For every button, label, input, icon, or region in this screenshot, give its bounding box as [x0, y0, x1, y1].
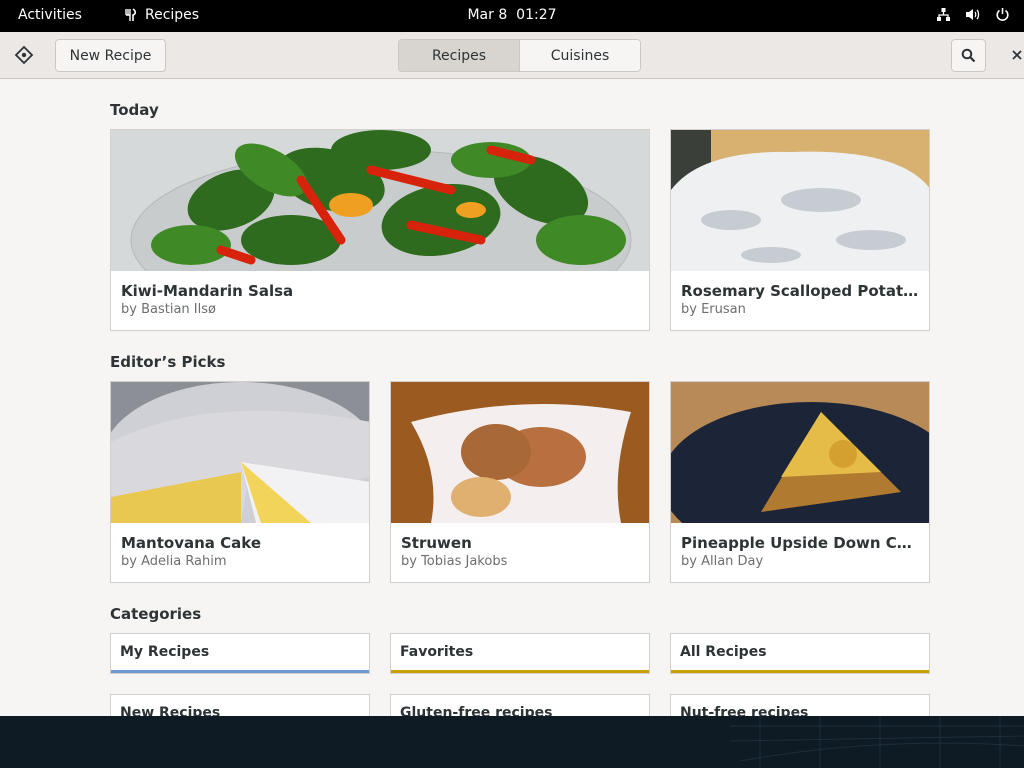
top-bar: Activities Recipes Mar 8 01:27	[0, 0, 1024, 32]
category-accent-bar	[111, 670, 369, 673]
recipe-author: by Adelia Rahim	[121, 554, 227, 569]
clock[interactable]: Mar 8 01:27	[0, 7, 1024, 23]
category-label: Favorites	[400, 644, 474, 660]
recipe-author: by Erusan	[681, 302, 746, 317]
recipe-image	[671, 130, 929, 271]
category-new-recipes[interactable]: New Recipes	[110, 694, 370, 716]
search-button[interactable]	[951, 39, 986, 72]
main-content[interactable]: Today Kiwi-Mandarin Salsa by Bastian Ils…	[0, 79, 1024, 716]
recipe-image	[111, 130, 649, 271]
recipe-title: Pineapple Upside Down Cake …	[681, 534, 919, 552]
search-icon	[961, 48, 976, 63]
recipe-author: by Tobias Jakobs	[401, 554, 508, 569]
recipe-card[interactable]: Rosemary Scalloped Potatoes by Erusan	[670, 129, 930, 331]
recipe-card[interactable]: Mantovana Cake by Adelia Rahim	[110, 381, 370, 583]
category-label: Gluten-free recipes	[400, 705, 553, 716]
category-label: Nut-free recipes	[680, 705, 809, 716]
category-nut-free[interactable]: Nut-free recipes	[670, 694, 930, 716]
volume-icon	[966, 9, 980, 20]
new-recipe-button[interactable]: New Recipe	[55, 39, 166, 72]
recipe-image	[391, 382, 649, 523]
power-icon	[996, 8, 1009, 21]
desktop-background	[0, 716, 1024, 768]
clock-date: Mar 8	[467, 7, 508, 23]
close-icon[interactable]	[1008, 47, 1024, 63]
category-label: New Recipes	[120, 705, 221, 716]
recipe-image	[671, 382, 929, 523]
recipe-title: Mantovana Cake	[121, 534, 262, 552]
category-label: My Recipes	[120, 644, 210, 660]
section-title-categories: Categories	[110, 605, 202, 623]
tab-cuisines[interactable]: Cuisines	[519, 40, 640, 71]
view-switcher: Recipes Cuisines	[398, 39, 641, 72]
recipe-card[interactable]: Struwen by Tobias Jakobs	[390, 381, 650, 583]
recipe-author: by Allan Day	[681, 554, 764, 569]
network-icon	[937, 8, 950, 21]
desktop-wallpaper-pattern	[729, 716, 1024, 768]
category-my-recipes[interactable]: My Recipes	[110, 633, 370, 674]
tab-recipes[interactable]: Recipes	[399, 40, 519, 71]
recipe-image	[111, 382, 369, 523]
category-label: All Recipes	[680, 644, 767, 660]
recipe-title: Struwen	[401, 534, 472, 552]
section-title-editors-picks: Editor’s Picks	[110, 353, 226, 371]
category-favorites[interactable]: Favorites	[390, 633, 650, 674]
clock-time: 01:27	[516, 7, 557, 23]
category-all-recipes[interactable]: All Recipes	[670, 633, 930, 674]
system-tray[interactable]	[936, 7, 1010, 22]
category-gluten-free[interactable]: Gluten-free recipes	[390, 694, 650, 716]
app-logo-icon[interactable]	[14, 45, 34, 65]
recipe-card[interactable]: Kiwi-Mandarin Salsa by Bastian Ilsø	[110, 129, 650, 331]
recipe-author: by Bastian Ilsø	[121, 302, 216, 317]
recipe-card[interactable]: Pineapple Upside Down Cake … by Allan Da…	[670, 381, 930, 583]
section-title-today: Today	[110, 101, 159, 119]
recipe-title: Kiwi-Mandarin Salsa	[121, 282, 294, 300]
category-accent-bar	[671, 670, 929, 673]
header-bar: New Recipe Recipes Cuisines	[0, 32, 1024, 79]
category-accent-bar	[391, 670, 649, 673]
recipe-title: Rosemary Scalloped Potatoes	[681, 282, 919, 300]
